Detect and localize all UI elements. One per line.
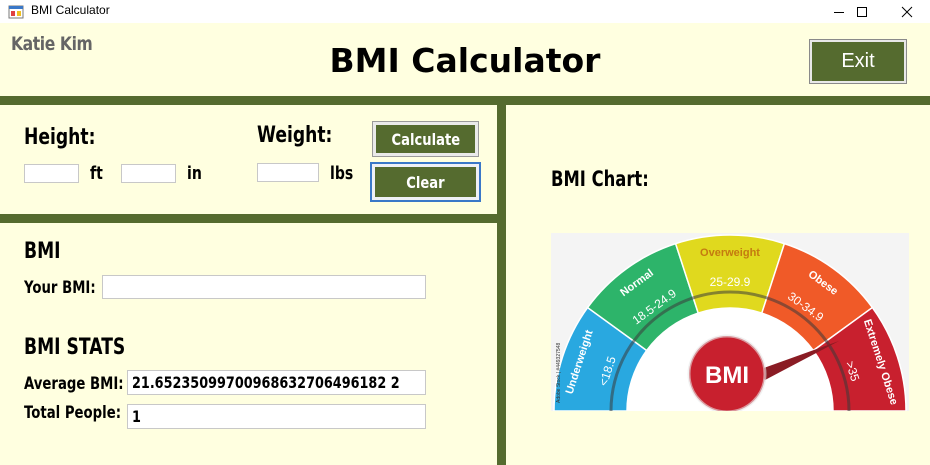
- app-icon: [8, 5, 24, 19]
- calculate-button[interactable]: Calculate: [372, 121, 479, 157]
- gauge-segment-name: Overweight: [700, 247, 760, 259]
- bmi-chart-label: BMI Chart:: [551, 167, 649, 191]
- height-label: Height:: [24, 125, 96, 150]
- height-feet-input[interactable]: [24, 164, 79, 183]
- your-bmi-field[interactable]: [102, 275, 426, 299]
- weight-label: Weight:: [257, 123, 333, 148]
- clear-button[interactable]: Clear: [370, 162, 481, 202]
- page-title: BMI Calculator: [329, 41, 601, 80]
- exit-button[interactable]: Exit: [809, 39, 907, 84]
- total-people-label: Total People:: [24, 403, 122, 423]
- height-inches-input[interactable]: [121, 164, 176, 183]
- weight-unit-label: lbs: [330, 163, 354, 184]
- gauge-segment-range: 25-29.9: [710, 275, 751, 289]
- your-bmi-label: Your BMI:: [24, 278, 96, 298]
- header-divider: [0, 96, 930, 105]
- average-bmi-field[interactable]: 21.65235099700968632706496182 2: [127, 370, 426, 395]
- maximize-button[interactable]: [839, 0, 885, 23]
- inches-unit-label: in: [187, 163, 202, 184]
- vertical-divider: [497, 105, 506, 465]
- close-button[interactable]: [884, 0, 930, 23]
- weight-input[interactable]: [257, 163, 319, 182]
- feet-unit-label: ft: [90, 163, 103, 184]
- window-title: BMI Calculator: [31, 3, 110, 17]
- close-icon: [901, 6, 913, 17]
- bmi-stats-heading: BMI STATS: [24, 335, 126, 360]
- maximize-icon: [857, 6, 867, 17]
- title-bar: BMI Calculator: [0, 0, 930, 23]
- gauge-center-label: BMI: [705, 362, 749, 389]
- total-people-field[interactable]: 1: [127, 404, 426, 429]
- bmi-heading: BMI: [24, 239, 61, 264]
- input-divider: [0, 214, 497, 223]
- gauge-watermark: Adobe Stock | #449327548: [556, 343, 562, 403]
- form-client-area: Katie Kim BMI Calculator Exit Height: ft…: [0, 23, 930, 465]
- bmi-gauge-image: Underweight <18.5Normal18.5-24.9Overweigh…: [551, 233, 909, 411]
- average-bmi-label: Average BMI:: [24, 374, 124, 394]
